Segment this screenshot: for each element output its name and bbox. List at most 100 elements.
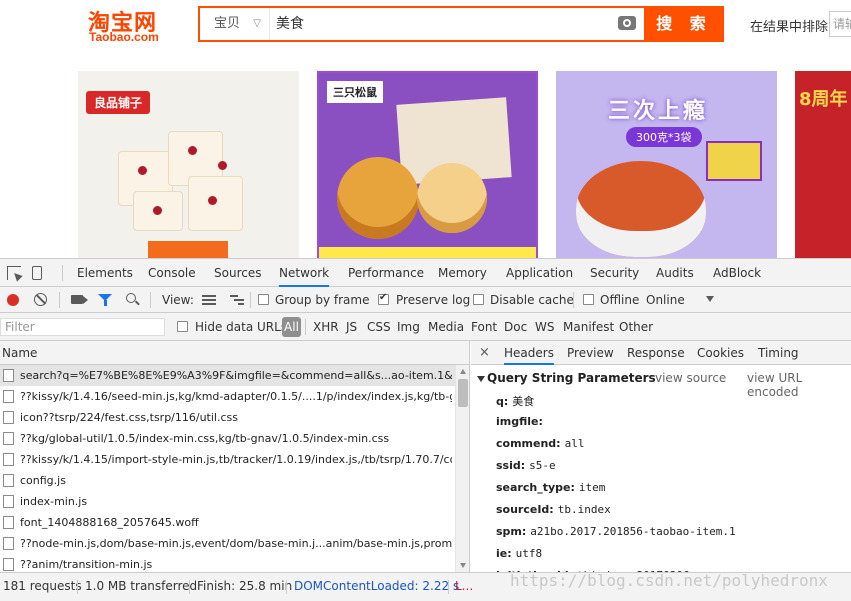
request-row[interactable]: index-min.js [0,491,455,512]
type-filter-css[interactable]: CSS [367,313,391,341]
product-grid: 良品铺子 三只松鼠 三次上瘾 300克*3袋 8周年 [78,71,851,258]
search-input[interactable]: 美食 [276,8,606,40]
exclude-results-input[interactable]: 请输 [829,11,851,37]
screenshot-capture-icon[interactable] [71,295,88,304]
param-value: all [564,437,585,450]
product-card[interactable]: 三次上瘾 300克*3袋 [556,71,777,258]
tab-preview[interactable]: Preview [567,341,614,365]
type-filter-media[interactable]: Media [428,313,464,341]
load-time: L... [455,579,474,593]
param-value: item [578,481,606,494]
camera-icon[interactable] [618,16,636,30]
document-icon [3,432,14,445]
search-category-label: 宝贝 [214,16,241,31]
tab-headers[interactable]: Headers [504,341,554,365]
view-source-link[interactable]: view source [655,371,726,385]
query-param: q: 美食 [496,393,534,413]
tab-cookies[interactable]: Cookies [697,341,744,365]
type-filter-xhr[interactable]: XHR [313,313,339,341]
divider [77,580,78,594]
document-icon [3,411,14,424]
tab-elements[interactable]: Elements [77,259,133,287]
divider [62,265,63,281]
collapse-triangle-icon[interactable] [477,376,485,382]
type-filter-js[interactable]: JS [346,313,357,341]
inspect-element-icon[interactable] [7,266,21,280]
param-value: tb.index [557,503,611,516]
watermark-text: https://blog.csdn.net/polyhedronx [510,571,828,590]
tab-sources[interactable]: Sources [214,259,261,287]
request-name: ??node-min.js,dom/base-min.js,event/dom/… [20,537,452,550]
preserve-log-checkbox[interactable] [378,292,389,305]
view-url-encoded-link[interactable]: view URL encoded [747,371,851,399]
request-row[interactable]: search?q=%E7%BE%8E%E9%A3%9F&imgfile=&com… [0,365,455,386]
tab-performance[interactable]: Performance [348,259,424,287]
document-icon [3,495,14,508]
devtools-tabbar: Elements Console Sources Network Perform… [0,259,851,287]
close-icon[interactable]: × [479,341,490,365]
tab-application[interactable]: Application [506,259,573,287]
tab-security[interactable]: Security [590,259,639,287]
query-param: spm: a21bo.2017.201856-taobao-item.1 [496,525,736,545]
record-icon[interactable] [7,294,19,306]
product-card[interactable]: 三只松鼠 [317,71,538,258]
search-category-dropdown[interactable]: 宝贝 ▽ [200,8,270,40]
divider [250,292,251,308]
column-header-name[interactable]: Name [0,341,469,365]
scroll-down-icon[interactable] [460,563,466,568]
type-filter-all[interactable]: All [282,317,301,337]
device-toolbar-icon[interactable] [32,266,42,280]
request-row[interactable]: font_1404888168_2057645.woff [0,512,455,533]
tab-timing[interactable]: Timing [758,341,799,365]
request-row[interactable]: ??kissy/k/1.4.16/seed-min.js,kg/kmd-adap… [0,386,455,407]
waterfall-overview-icon[interactable] [230,295,244,305]
group-by-frame-checkbox[interactable] [258,294,269,305]
clear-icon[interactable] [34,293,47,306]
query-param: imgfile: [496,415,547,435]
request-row[interactable]: ??kissy/k/1.4.15/import-style-min.js,tb/… [0,449,455,470]
request-row[interactable]: ??kg/global-util/1.0.5/index-min.css,kg/… [0,428,455,449]
throttling-select[interactable]: Online [646,287,685,313]
param-value: 美食 [512,395,535,408]
divider [305,319,306,335]
type-filter-font[interactable]: Font [471,313,497,341]
search-button[interactable]: 搜 索 [644,6,724,42]
large-rows-icon[interactable] [202,295,216,305]
taobao-logo-domain: Taobao.com [89,30,159,44]
filter-input[interactable]: Filter [0,318,165,336]
taobao-logo[interactable]: 淘宝网 Taobao.com [80,3,190,49]
request-row[interactable]: ??node-min.js,dom/base-min.js,event/dom/… [0,533,455,554]
type-filter-img[interactable]: Img [397,313,420,341]
request-row[interactable]: icon??tsrp/224/fest.css,tsrp/116/util.cs… [0,407,455,428]
offline-label: Offline [600,293,640,307]
request-name: ??kissy/k/1.4.15/import-style-min.js,tb/… [20,453,452,466]
search-icon[interactable] [126,293,136,303]
type-filter-ws[interactable]: WS [535,313,554,341]
disable-cache-checkbox[interactable] [473,294,484,305]
request-row[interactable]: ??anim/transition-min.js [0,554,455,572]
type-filter-manifest[interactable]: Manifest [563,313,614,341]
tab-console[interactable]: Console [148,259,196,287]
tab-network[interactable]: Network [279,259,330,287]
offline-checkbox[interactable] [583,294,594,305]
request-row[interactable]: config.js [0,470,455,491]
scroll-up-icon[interactable] [460,369,466,374]
param-key: q: [496,395,509,408]
request-count: 181 requests [3,579,82,593]
hide-data-urls-checkbox[interactable] [177,321,188,332]
param-value: utf8 [515,547,543,560]
request-list-scrollbar[interactable] [455,365,469,572]
tab-audits[interactable]: Audits [656,259,694,287]
scrollbar-thumb[interactable] [458,379,468,407]
type-filter-doc[interactable]: Doc [504,313,527,341]
filter-icon[interactable] [98,294,112,306]
type-filter-other[interactable]: Other [619,313,653,341]
query-string-section-header[interactable]: Query String Parameters view source view… [471,371,851,399]
document-icon [3,516,14,529]
tab-memory[interactable]: Memory [438,259,487,287]
product-card[interactable]: 良品铺子 [78,71,299,258]
product-card[interactable]: 8周年 [795,71,851,258]
tab-adblock[interactable]: AdBlock [713,259,761,287]
tab-response[interactable]: Response [627,341,685,365]
chevron-down-icon[interactable] [706,296,714,302]
